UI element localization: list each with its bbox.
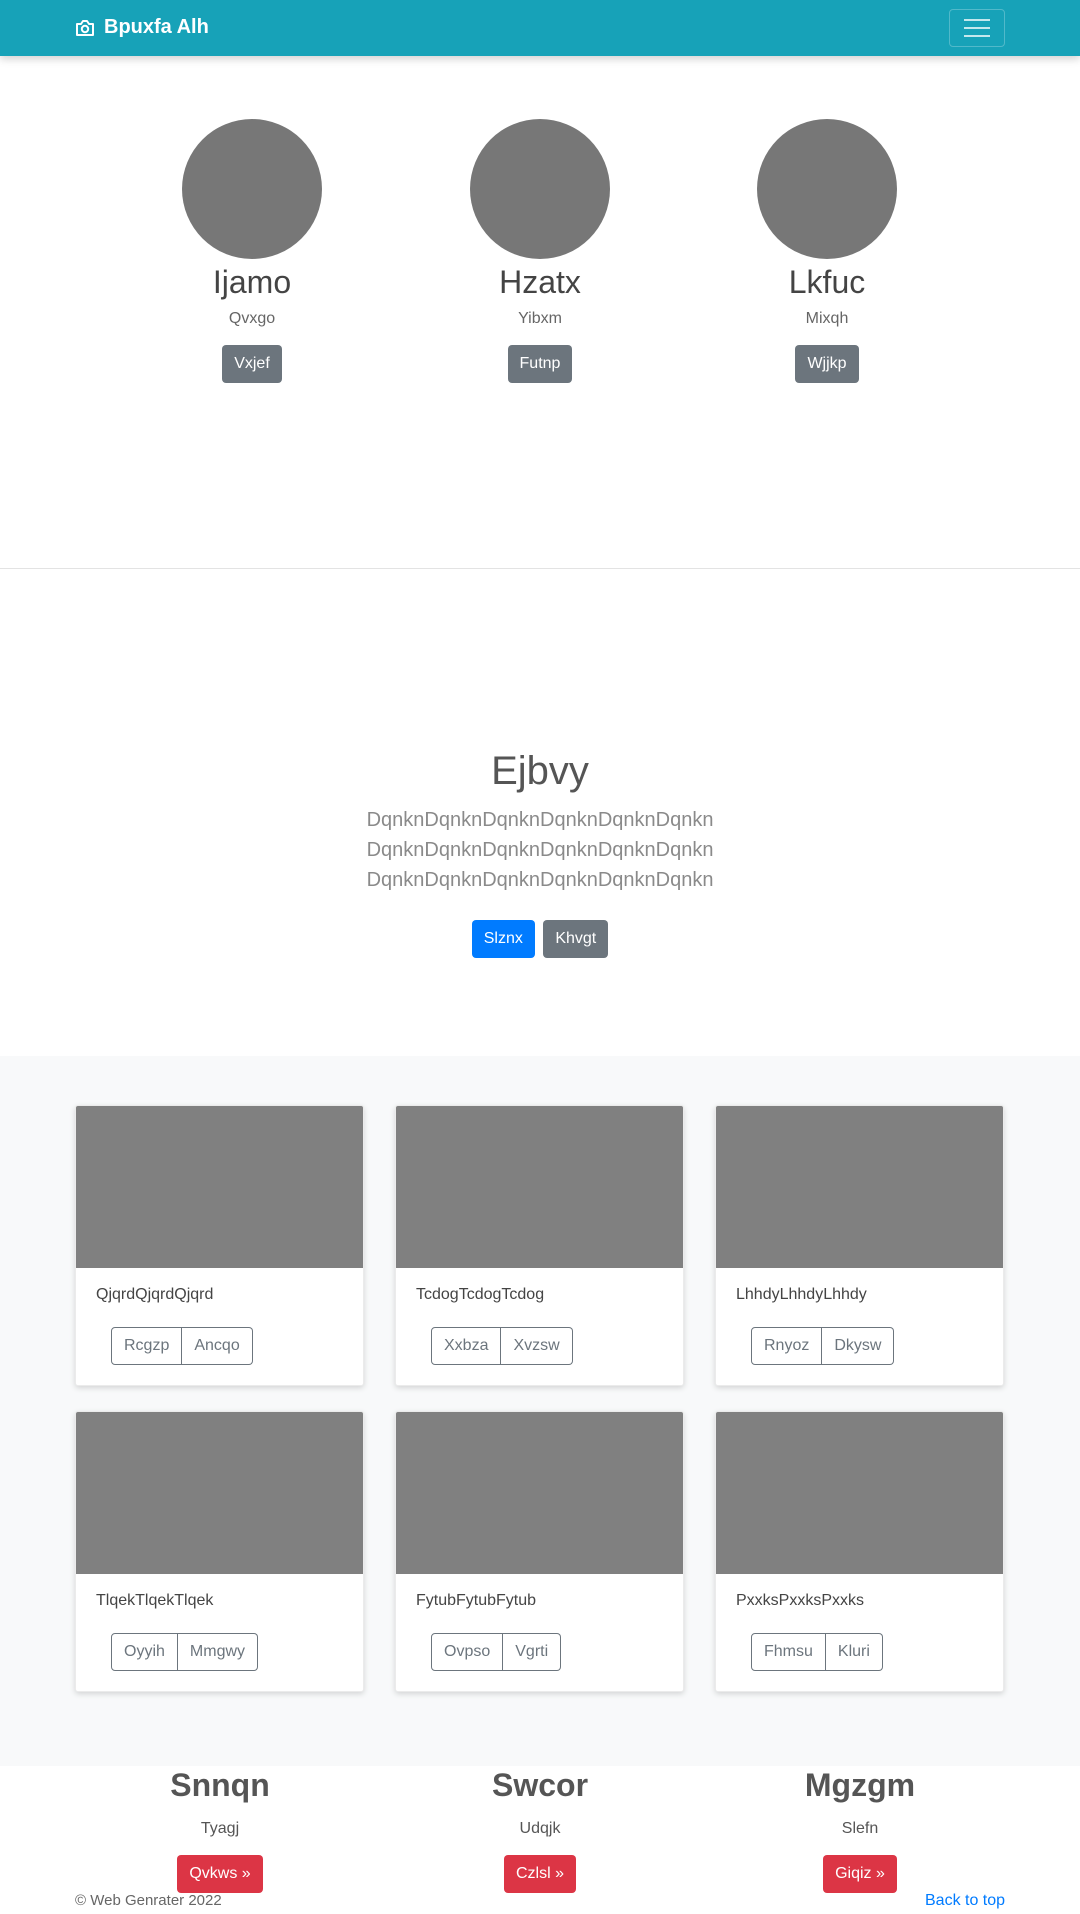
profile-button[interactable]: Wjjkp xyxy=(795,345,859,383)
feature-title: Swcor xyxy=(491,1767,589,1803)
hero-primary-button[interactable]: Slznx xyxy=(471,920,535,958)
card-text: TcdogTcdogTcdog xyxy=(416,1286,545,1303)
card-button[interactable]: Xxbza xyxy=(431,1327,502,1365)
hero-title: Ejbvy xyxy=(491,749,589,793)
album-card: FytubFytubFytub Ovpso Vgrti xyxy=(395,1411,684,1692)
feature-column: Snnqn Tyagj Qvkws » xyxy=(120,1762,320,1893)
card-button[interactable]: Mmgwy xyxy=(177,1633,259,1671)
feature-title: Mgzgm xyxy=(804,1767,916,1803)
feature-column: Mgzgm Slefn Giqiz » xyxy=(760,1762,960,1893)
card-button[interactable]: Ancqo xyxy=(182,1327,253,1365)
album-card: QjqrdQjqrdQjqrd Rcgzp Ancqo xyxy=(75,1105,364,1386)
card-image-placeholder xyxy=(716,1106,1003,1268)
hero-text-line: DqnknDqnknDqnknDqnknDqnknDqnkn xyxy=(366,869,714,891)
card-button[interactable]: Fhmsu xyxy=(751,1633,826,1671)
navbar: Bpuxfa Alh xyxy=(0,0,1080,56)
section-divider xyxy=(0,568,1080,569)
card-image-placeholder xyxy=(76,1106,363,1268)
card-image-placeholder xyxy=(396,1412,683,1574)
feature-button[interactable]: Qvkws » xyxy=(177,1855,263,1893)
card-button-group: Fhmsu Kluri xyxy=(751,1633,883,1671)
card-image-placeholder xyxy=(76,1412,363,1574)
album-card: TlqekTlqekTlqek Oyyih Mmgwy xyxy=(75,1411,364,1692)
album-card: PxxksPxxksPxxks Fhmsu Kluri xyxy=(715,1411,1004,1692)
profile-button[interactable]: Futnp xyxy=(507,345,573,383)
card-button-group: Rnyoz Dkysw xyxy=(751,1327,895,1365)
feature-subtitle: Slefn xyxy=(841,1820,879,1837)
hero-section: Ejbvy DqnknDqnknDqnknDqnknDqnknDqnkn Dqn… xyxy=(0,745,1080,958)
card-image-placeholder xyxy=(716,1412,1003,1574)
card-button[interactable]: Oyyih xyxy=(111,1633,178,1671)
feature-column: Swcor Udqjk Czlsl » xyxy=(440,1762,640,1893)
profile-column: Ijamo Qvxgo Vxjef xyxy=(142,119,362,383)
card-button[interactable]: Rnyoz xyxy=(751,1327,823,1365)
avatar xyxy=(470,119,610,259)
profile-subtitle: Mixqh xyxy=(805,310,849,327)
camera-icon xyxy=(76,19,94,36)
card-button[interactable]: Kluri xyxy=(825,1633,883,1671)
feature-subtitle: Tyagj xyxy=(200,1820,240,1837)
card-text: TlqekTlqekTlqek xyxy=(96,1592,214,1609)
album-card: TcdogTcdogTcdog Xxbza Xvzsw xyxy=(395,1105,684,1386)
feature-button[interactable]: Giqiz » xyxy=(823,1855,897,1893)
navbar-toggler-button[interactable] xyxy=(949,9,1005,47)
profile-button[interactable]: Vxjef xyxy=(222,345,282,383)
card-button-group: Rcgzp Ancqo xyxy=(111,1327,253,1365)
card-button[interactable]: Vgrti xyxy=(503,1633,562,1671)
feature-subtitle: Udqjk xyxy=(519,1820,561,1837)
footer-copyright: © Web Genrater 2022 xyxy=(75,1892,222,1909)
card-text: QjqrdQjqrdQjqrd xyxy=(96,1286,214,1303)
card-text: LhhdyLhhdyLhhdy xyxy=(736,1286,867,1303)
brand-name: Bpuxfa Alh xyxy=(104,16,209,38)
hero-text-line: DqnknDqnknDqnknDqnknDqnknDqnkn xyxy=(366,809,714,831)
profile-name: Ijamo xyxy=(212,264,292,300)
hero-secondary-button[interactable]: Khvgt xyxy=(543,920,609,958)
profile-name: Lkfuc xyxy=(788,264,866,300)
card-button-group: Ovpso Vgrti xyxy=(431,1633,562,1671)
card-text: FytubFytubFytub xyxy=(416,1592,537,1609)
card-button-group: Xxbza Xvzsw xyxy=(431,1327,573,1365)
card-button-group: Oyyih Mmgwy xyxy=(111,1633,259,1671)
profile-subtitle: Qvxgo xyxy=(228,310,276,327)
back-to-top-link[interactable]: Back to top xyxy=(925,1892,1005,1910)
card-text: PxxksPxxksPxxks xyxy=(736,1592,865,1609)
profile-name: Hzatx xyxy=(499,264,581,300)
hamburger-menu-icon xyxy=(964,19,990,21)
hero-text-line: DqnknDqnknDqnknDqnknDqnknDqnkn xyxy=(366,839,714,861)
avatar xyxy=(757,119,897,259)
profile-column: Lkfuc Mixqh Wjjkp xyxy=(717,119,937,383)
card-button[interactable]: Ovpso xyxy=(431,1633,504,1671)
brand-link[interactable]: Bpuxfa Alh xyxy=(75,16,209,39)
profile-subtitle: Yibxm xyxy=(518,310,562,327)
card-button[interactable]: Rcgzp xyxy=(111,1327,183,1365)
card-button[interactable]: Dkysw xyxy=(822,1327,895,1365)
card-image-placeholder xyxy=(396,1106,683,1268)
feature-button[interactable]: Czlsl » xyxy=(503,1855,576,1893)
feature-title: Snnqn xyxy=(170,1767,270,1803)
album-section: QjqrdQjqrdQjqrd Rcgzp Ancqo TcdogTcdogTc… xyxy=(0,1056,1080,1766)
card-button[interactable]: Xvzsw xyxy=(501,1327,573,1365)
avatar xyxy=(182,119,322,259)
album-card: LhhdyLhhdyLhhdy Rnyoz Dkysw xyxy=(715,1105,1004,1386)
profile-column: Hzatx Yibxm Futnp xyxy=(430,119,650,383)
